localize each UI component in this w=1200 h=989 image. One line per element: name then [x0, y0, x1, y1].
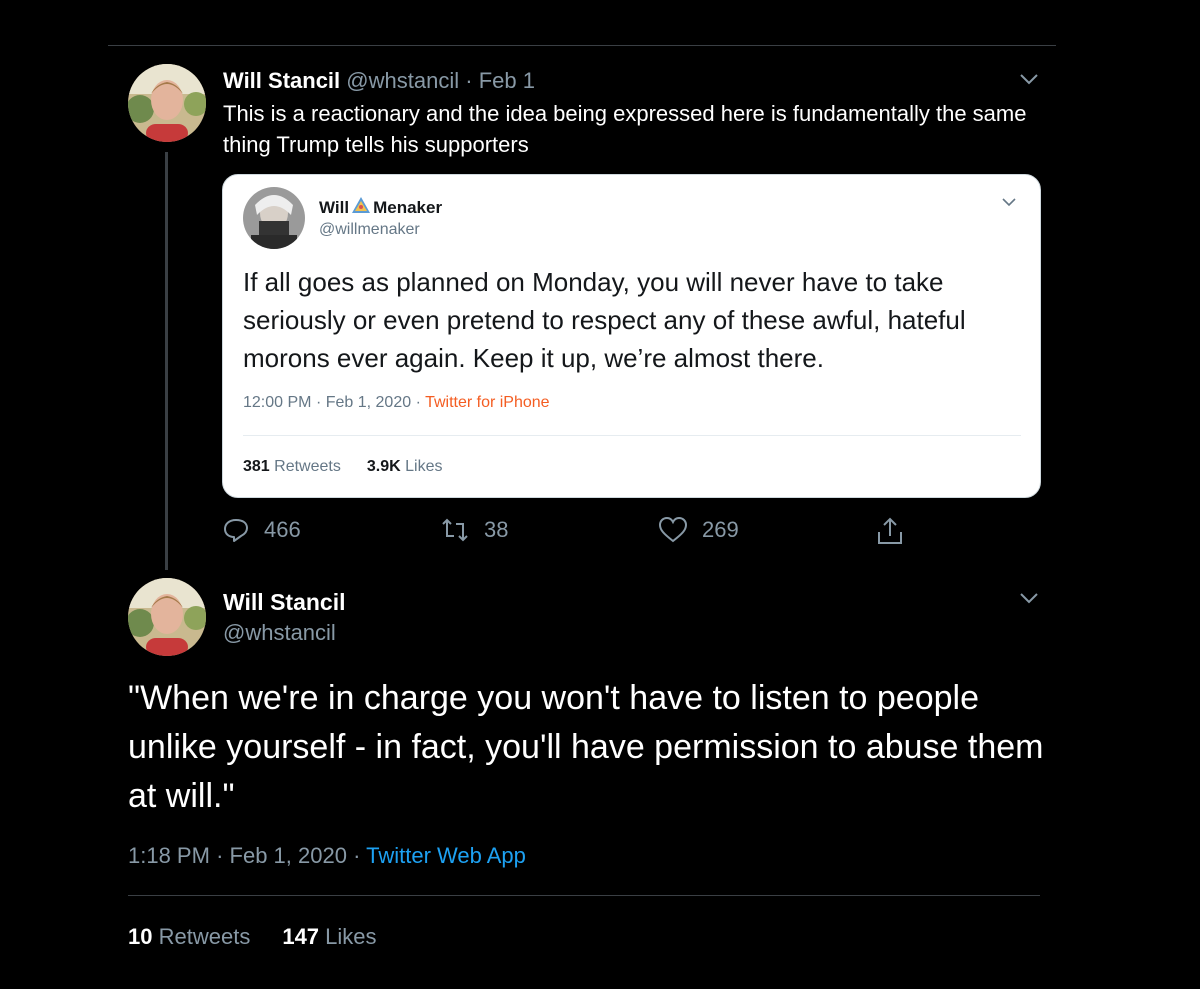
share-button[interactable]: [876, 516, 904, 546]
quoted-source[interactable]: Twitter for iPhone: [425, 394, 550, 411]
quoted-stats: 381 Retweets 3.9K Likes: [243, 458, 442, 476]
avatar[interactable]: [128, 578, 206, 656]
bottom-divider: [128, 895, 1040, 896]
tweet-source[interactable]: Twitter Web App: [366, 843, 526, 868]
like-count: 269: [702, 517, 739, 542]
quoted-divider: [243, 435, 1021, 436]
quoted-tweet-meta: 12:00 PM · Feb 1, 2020 · Twitter for iPh…: [243, 394, 550, 411]
author-name[interactable]: Will Stancil: [223, 589, 345, 616]
reply-count: 466: [264, 517, 301, 542]
quoted-author-name[interactable]: Will Menaker: [319, 196, 442, 219]
retweets-stat[interactable]: 10 Retweets: [128, 924, 250, 950]
like-button[interactable]: 269: [658, 516, 739, 544]
tweet-date[interactable]: Feb 1, 2020: [230, 843, 347, 868]
chevron-down-icon[interactable]: [1001, 197, 1023, 211]
chevron-down-icon[interactable]: [1018, 72, 1040, 86]
reply-icon: [222, 516, 250, 544]
heart-icon: [658, 516, 688, 544]
retweet-button[interactable]: 38: [440, 516, 508, 544]
tweet-header: Will Stancil @whstancil · Feb 1: [223, 68, 535, 94]
chevron-down-icon[interactable]: [1018, 591, 1040, 605]
top-divider: [108, 45, 1056, 46]
avatar[interactable]: [128, 64, 206, 142]
author-name[interactable]: Will Stancil: [223, 68, 340, 93]
quoted-retweets-stat[interactable]: 381 Retweets: [243, 458, 341, 476]
share-icon: [876, 516, 904, 546]
tweet-meta: 1:18 PM · Feb 1, 2020 · Twitter Web App: [128, 843, 526, 868]
tweet-time[interactable]: 1:18 PM: [128, 843, 210, 868]
likes-stat[interactable]: 147 Likes: [282, 924, 376, 950]
quoted-avatar[interactable]: [243, 187, 305, 249]
quoted-tweet-text: If all goes as planned on Monday, you wi…: [243, 267, 966, 373]
quoted-likes-stat[interactable]: 3.9K Likes: [367, 458, 443, 476]
retweet-icon: [440, 516, 470, 544]
tweet-date[interactable]: Feb 1: [479, 68, 535, 93]
tweet-stats: 10 Retweets 147 Likes: [128, 924, 377, 950]
reply-button[interactable]: 466: [222, 516, 301, 544]
author-handle[interactable]: @whstancil: [346, 68, 459, 93]
author-handle[interactable]: @whstancil: [223, 620, 336, 646]
quoted-author-handle[interactable]: @willmenaker: [319, 221, 420, 239]
flag-emoji-icon: [351, 196, 371, 219]
tweet-actions: 466 38 269: [222, 516, 922, 550]
tweet-text: "When we're in charge you won't have to …: [128, 679, 1044, 815]
quoted-tweet-card[interactable]: Will Menaker @willmenaker If all goes as…: [222, 174, 1041, 498]
retweet-count: 38: [484, 517, 509, 542]
quoted-date[interactable]: Feb 1, 2020: [326, 394, 411, 411]
dot-separator: ·: [465, 68, 473, 93]
tweet-text: This is a reactionary and the idea being…: [223, 101, 1027, 157]
thread-connector-line: [165, 152, 168, 570]
quoted-time[interactable]: 12:00 PM: [243, 394, 311, 411]
